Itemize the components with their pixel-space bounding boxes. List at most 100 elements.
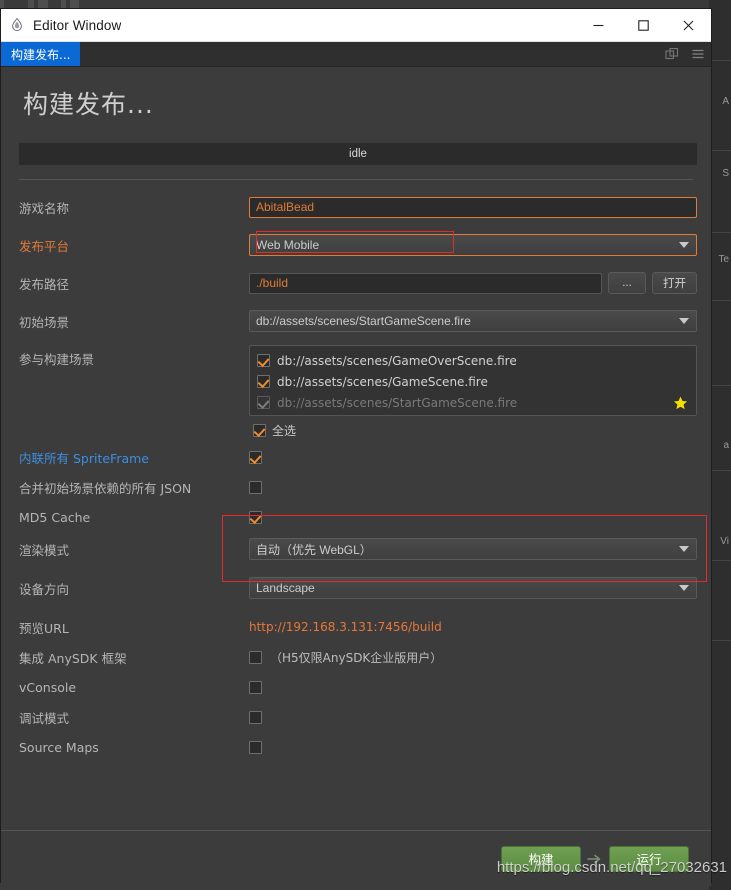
ghost-text: A [722,96,729,107]
platform-select[interactable]: Web Mobile [249,234,697,256]
chevron-down-icon [679,318,689,324]
footer-bar: 构建 运行 [1,830,711,886]
label-debug-mode: 调试模式 [19,710,70,726]
scene-checkbox[interactable] [257,375,270,388]
build-path-input[interactable]: ./build [249,272,602,294]
tab-strip-actions [665,42,705,66]
row-build-path: 发布路径 ./build ... 打开 [1,268,711,298]
row-vconsole: vConsole [1,672,711,702]
maximize-button[interactable] [621,9,666,41]
build-settings-form: 游戏名称 AbitalBead 发布平台 Web Mobile 发布路径 ./b… [1,192,711,762]
status-bar: idle [19,143,697,165]
panel-content: 构建发布... idle 游戏名称 AbitalBead 发布平台 Web Mo… [1,67,711,886]
merge-json-checkbox[interactable] [249,480,262,494]
select-all-row[interactable]: 全选 [1,418,711,442]
close-button[interactable] [666,9,711,41]
popout-icon[interactable] [665,47,679,61]
anysdk-checkbox[interactable] [249,650,262,664]
list-item[interactable]: db://assets/scenes/GameOverScene.fire [250,350,696,371]
scene-checkbox[interactable] [257,354,270,367]
window-titlebar: Editor Window [1,9,711,42]
row-device-orientation: 设备方向 Landscape [1,573,711,603]
label-anysdk: 集成 AnySDK 框架 [19,650,127,666]
star-icon[interactable] [673,395,688,410]
device-orientation-value: Landscape [256,581,315,595]
vconsole-checkbox[interactable] [249,680,262,694]
row-inline-spriteframe: 内联所有 SpriteFrame [1,442,711,472]
scene-path: db://assets/scenes/GameScene.fire [277,374,488,389]
start-scene-select[interactable]: db://assets/scenes/StartGameScene.fire [249,310,697,332]
render-mode-select[interactable]: 自动（优先 WebGL） [249,538,697,560]
screenshot-root: A S Te a Vi Editor Window 构建发布... 构建发布..… [0,0,731,890]
label-platform: 发布平台 [19,238,70,254]
debug-mode-checkbox[interactable] [249,710,262,724]
anysdk-note: （H5仅限AnySDK企业版用户） [270,650,443,665]
device-orientation-select[interactable]: Landscape [249,577,697,599]
minimize-icon [593,24,604,26]
tab-build-publish[interactable]: 构建发布... [1,42,81,66]
row-merge-json: 合并初始场景依赖的所有 JSON [1,472,711,502]
inline-spriteframe-checkbox[interactable] [249,450,262,464]
background-window-right-edge: A S Te a Vi [709,0,731,890]
page-title: 构建发布... [23,90,154,119]
label-vconsole: vConsole [19,679,77,695]
divider [19,179,693,180]
md5-cache-checkbox[interactable] [249,510,262,524]
label-md5-cache: MD5 Cache [19,509,91,525]
ghost-text: a [723,440,729,451]
droplet-icon [12,17,22,32]
row-md5-cache: MD5 Cache [1,502,711,532]
editor-window: Editor Window 构建发布... 构建发布... idle 游戏名称 … [0,8,712,886]
preview-url-link[interactable]: http://192.168.3.131:7456/build [249,620,442,634]
row-anysdk: 集成 AnySDK 框架 （H5仅限AnySDK企业版用户） [1,642,711,672]
tab-strip: 构建发布... [1,42,711,67]
menu-icon[interactable] [691,47,705,61]
scene-checkbox [257,396,270,409]
ghost-text: Te [718,254,729,265]
chevron-down-icon [679,242,689,248]
chevron-down-icon [679,585,689,591]
minimize-button[interactable] [576,9,621,41]
window-controls [576,9,711,41]
source-maps-checkbox[interactable] [249,740,262,754]
list-item: db://assets/scenes/StartGameScene.fire [250,392,696,413]
platform-select-value: Web Mobile [256,238,320,252]
browse-button[interactable]: ... [608,272,646,294]
label-game-name: 游戏名称 [19,200,70,216]
row-included-scenes: 参与构建场景 db://assets/scenes/GameOverScene.… [1,345,711,416]
row-game-name: 游戏名称 AbitalBead [1,192,711,222]
start-scene-value: db://assets/scenes/StartGameScene.fire [256,314,471,328]
open-button[interactable]: 打开 [652,272,697,294]
label-start-scene: 初始场景 [19,314,70,330]
scene-list: db://assets/scenes/GameOverScene.fire db… [249,345,697,416]
row-start-scene: 初始场景 db://assets/scenes/StartGameScene.f… [1,306,711,336]
list-item[interactable]: db://assets/scenes/GameScene.fire [250,371,696,392]
label-render-mode: 渲染模式 [19,542,70,558]
select-all-checkbox[interactable] [253,423,266,437]
select-all-label: 全选 [272,423,297,438]
row-platform: 发布平台 Web Mobile [1,230,711,260]
label-device-orientation: 设备方向 [19,581,70,597]
window-title: Editor Window [33,17,122,33]
label-source-maps: Source Maps [19,739,99,755]
row-render-mode: 渲染模式 自动（优先 WebGL） [1,534,711,564]
label-merge-json: 合并初始场景依赖的所有 JSON [19,480,192,496]
label-inline-spriteframe: 内联所有 SpriteFrame [19,450,149,466]
scene-path: db://assets/scenes/GameOverScene.fire [277,353,517,368]
close-icon [683,20,694,30]
maximize-icon [638,19,649,31]
label-build-path: 发布路径 [19,276,70,292]
row-preview-url: 预览URL http://192.168.3.131:7456/build [1,612,711,642]
watermark: https://blog.csdn.net/qq_27032631 [496,859,727,876]
background-window-top-strip [0,0,731,8]
scene-path: db://assets/scenes/StartGameScene.fire [277,395,518,410]
ghost-text: S [722,168,729,179]
row-debug-mode: 调试模式 [1,702,711,732]
ghost-text: Vi [720,536,729,547]
game-name-input[interactable]: AbitalBead [249,196,697,218]
label-preview-url: 预览URL [19,620,69,636]
row-source-maps: Source Maps [1,732,711,762]
chevron-down-icon [679,546,689,552]
label-included-scenes: 参与构建场景 [19,352,95,367]
render-mode-value: 自动（优先 WebGL） [256,542,372,557]
